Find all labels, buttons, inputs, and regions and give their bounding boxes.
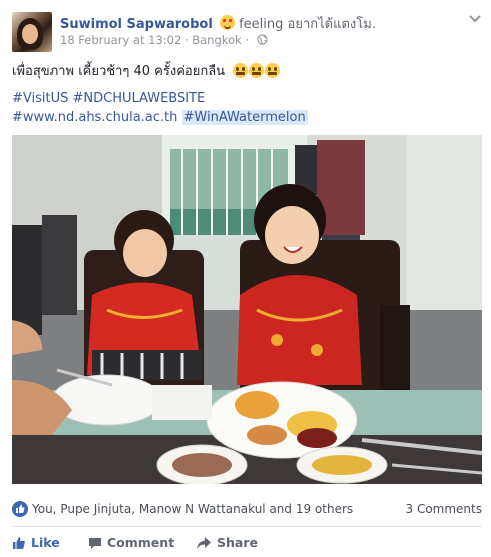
post-options-chevron-icon[interactable]	[467, 10, 483, 24]
like-button[interactable]: Like	[12, 535, 60, 550]
avatar[interactable]	[12, 12, 52, 52]
like-label: Like	[31, 535, 60, 550]
speech-bubble-icon	[89, 538, 101, 549]
post-text-line-2: #VisitUS #NDCHULAWEBSITE	[12, 89, 479, 108]
globe-icon[interactable]	[257, 34, 268, 45]
post-text: เพื่อสุขภาพ เคี้ยวช้าๆ 40 ครั้งค่อยกลืน	[12, 64, 226, 79]
comment-button[interactable]: Comment	[88, 535, 174, 550]
feeling-label: feeling	[239, 17, 284, 32]
share-arrow-icon	[197, 537, 211, 549]
post-text-line-3: #www.nd.ahs.chula.ac.th #WinAWatermelon	[12, 108, 479, 127]
comment-label: Comment	[107, 535, 175, 550]
divider	[12, 526, 482, 527]
post-text-line-1: เพื่อสุขภาพ เคี้ยวช้าๆ 40 ครั้งค่อยกลืน	[12, 62, 479, 84]
thumbs-up-icon	[13, 537, 25, 549]
share-button[interactable]: Share	[196, 535, 258, 550]
action-bar: Like Comment Share	[12, 532, 482, 554]
thumbs-up-icon	[12, 501, 28, 517]
feeling-value[interactable]: อยากได้แตงโม.	[288, 17, 376, 32]
hashtags[interactable]: #VisitUS #NDCHULAWEBSITE	[12, 91, 205, 106]
reactions-bar: You, Pupe Jinjuta, Manow N Wattanakul an…	[12, 500, 482, 518]
meta-separator-2: ·	[245, 33, 250, 47]
share-label: Share	[217, 535, 258, 550]
weary-face-icon	[233, 63, 281, 84]
post-header: Suwimol Sapwarobol feeling อยากได้แตงโม.	[60, 13, 376, 34]
likers-summary[interactable]: You, Pupe Jinjuta, Manow N Wattanakul an…	[32, 502, 353, 516]
post-location[interactable]: Bangkok	[192, 33, 241, 47]
post-message: เพื่อสุขภาพ เคี้ยวช้าๆ 40 ครั้งค่อยกลืน …	[12, 62, 479, 127]
post-meta: 18 February at 13:02 · Bangkok ·	[60, 33, 268, 47]
star-struck-face-icon	[219, 15, 235, 30]
comments-count[interactable]: 3 Comments	[406, 502, 483, 516]
meta-separator: ·	[184, 33, 189, 47]
post-card: Suwimol Sapwarobol feeling อยากได้แตงโม.…	[0, 0, 491, 557]
author-name[interactable]: Suwimol Sapwarobol	[60, 17, 213, 32]
post-timestamp[interactable]: 18 February at 13:02	[60, 33, 181, 47]
highlighted-hashtag[interactable]: #WinAWatermelon	[181, 110, 308, 125]
website-hashtag[interactable]: #www.nd.ahs.chula.ac.th	[12, 110, 177, 125]
post-photo[interactable]	[12, 135, 482, 484]
